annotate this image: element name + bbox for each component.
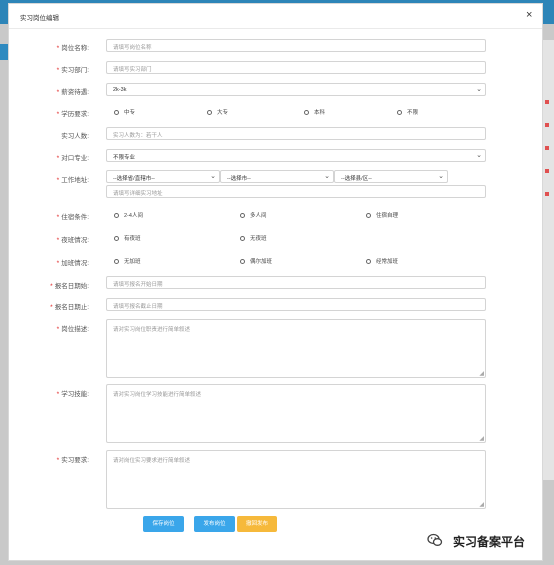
accommodation-label: * 住宿条件: [56,214,89,221]
save-position-button[interactable]: 保存岗位 [143,516,184,532]
night-shift-option[interactable]: 无夜班 [240,234,267,242]
radio-icon [397,110,402,116]
skills-placeholder: 请对实习岗位学习技能进行简单叙述 [113,392,202,398]
chevron-down-icon: ⌄ [476,86,482,93]
education-option[interactable]: 中专 [114,108,135,116]
department-input[interactable]: 请填写实习部门 [106,61,486,74]
radio-icon [207,110,212,116]
night-shift-option[interactable]: 有夜班 [114,234,141,242]
unpublish-button[interactable]: 撤回发布 [237,516,277,532]
watermark-text: 实习备案平台 [453,535,526,549]
apply-start-label: * 报名日期始: [50,283,89,290]
chevron-down-icon: ⌄ [210,173,216,180]
radio-icon [240,259,245,265]
overtime-label: * 加班情况: [56,260,89,267]
radio-icon [114,236,119,242]
description-label: * 岗位描述: [56,326,89,333]
position-name-label: * 岗位名称: [56,45,89,52]
department-label: * 实习部门: [56,67,89,74]
accommodation-option[interactable]: 多人间 [240,211,267,219]
salary-select[interactable]: 2k-3k ⌄ [106,83,486,96]
position-name-input[interactable]: 请填写岗位名称 [106,39,486,52]
major-select[interactable]: 不限专业 ⌄ [106,149,486,162]
radio-icon [240,213,245,219]
overtime-option[interactable]: 无加班 [114,257,141,265]
province-select[interactable]: --选择省/直辖市-- ⌄ [106,170,220,183]
headcount-label: 实习人数: [61,133,89,140]
requirements-placeholder: 请对岗位实习要求进行简单叙述 [113,458,191,464]
salary-value: 2k-3k [113,87,127,93]
description-textarea[interactable]: 请对实习岗位职责进行简单叙述 ◢ [106,319,486,378]
chevron-down-icon: ⌄ [324,173,330,180]
district-value: --选择县/区-- [341,176,372,182]
background-marker [545,100,549,104]
radio-icon [114,110,119,116]
requirements-textarea[interactable]: 请对岗位实习要求进行简单叙述 ◢ [106,450,486,509]
dialog-title: 实习岗位编辑 [20,15,59,22]
apply-end-input[interactable]: 请填写报名截止日期 [106,298,486,311]
night-shift-label: * 夜班情况: [56,237,89,244]
apply-end-label: * 报名日期止: [50,304,89,311]
wechat-icon [427,533,443,546]
dialog-header: 实习岗位编辑 × [9,4,542,29]
skills-label: * 学习技能: [56,391,89,398]
salary-label: * 薪资待遇: [56,89,89,96]
apply-start-input[interactable]: 请填写报名开始日期 [106,276,486,289]
overtime-option[interactable]: 经常加班 [366,257,398,265]
city-value: --选择市-- [227,176,251,182]
headcount-input[interactable]: 实习人数为：若干人 [106,127,486,140]
description-placeholder: 请对实习岗位职责进行简单叙述 [113,327,191,333]
education-option[interactable]: 大专 [207,108,228,116]
radio-icon [114,213,119,219]
city-select[interactable]: --选择市-- ⌄ [220,170,334,183]
close-icon[interactable]: × [526,10,532,21]
education-option[interactable]: 不限 [397,108,418,116]
radio-icon [366,213,371,219]
radio-icon [304,110,309,116]
resize-grip-icon[interactable]: ◢ [479,436,484,442]
education-option[interactable]: 本科 [304,108,325,116]
address-label: * 工作地址: [56,177,89,184]
resize-grip-icon[interactable]: ◢ [479,502,484,508]
accommodation-option[interactable]: 住宿自理 [366,211,398,219]
publish-position-button[interactable]: 发布岗位 [194,516,235,532]
background-marker [545,169,549,173]
district-select[interactable]: --选择县/区-- ⌄ [334,170,448,183]
radio-icon [366,259,371,265]
edit-position-dialog: 实习岗位编辑 × * 岗位名称: 请填写岗位名称 * 实习部门: 请填写实习部门 *… [8,3,543,561]
major-label: * 对口专业: [56,155,89,162]
requirements-label: * 实习要求: [56,457,89,464]
radio-icon [114,259,119,265]
wechat-watermark: 实习备案平台 [427,530,547,550]
resize-grip-icon[interactable]: ◢ [479,371,484,377]
address-detail-input[interactable]: 请填写详细实习地址 [106,185,486,198]
skills-textarea[interactable]: 请对实习岗位学习技能进行简单叙述 ◢ [106,384,486,443]
chevron-down-icon: ⌄ [438,173,444,180]
background-marker [545,192,549,196]
education-label: * 学历要求: [56,111,89,118]
background-marker [545,123,549,127]
background-marker [545,146,549,150]
major-value: 不限专业 [113,155,136,161]
province-value: --选择省/直辖市-- [113,176,155,182]
chevron-down-icon: ⌄ [476,152,482,159]
radio-icon [240,236,245,242]
accommodation-option[interactable]: 2-4人间 [114,211,143,219]
overtime-option[interactable]: 偶尔加班 [240,257,272,265]
